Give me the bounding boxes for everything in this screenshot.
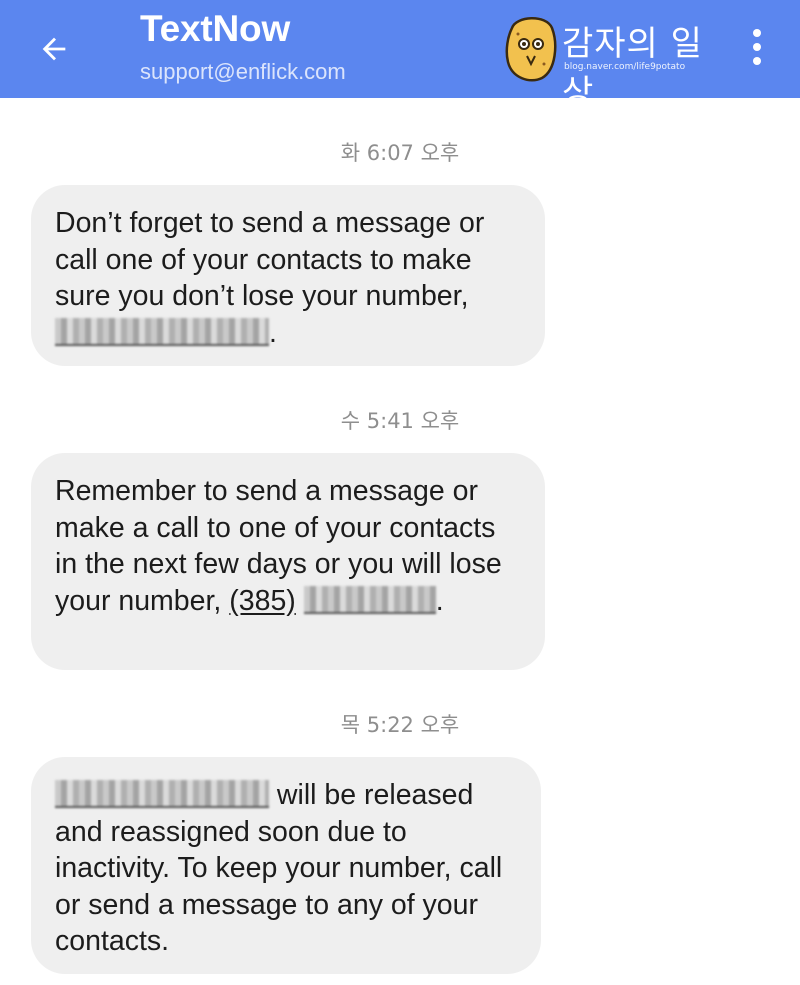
phone-number-link[interactable]: (385)	[229, 585, 296, 617]
message-timestamp: 수 5:41 오후	[340, 409, 460, 433]
watermark-url: blog.naver.com/life9potato	[564, 62, 686, 72]
message-text: Don’t forget to send a message or call o…	[55, 207, 485, 349]
more-vert-icon	[753, 29, 761, 37]
redacted-phone-number	[55, 317, 269, 346]
conversation-title: TextNow	[140, 8, 291, 49]
redacted-phone-number[interactable]	[55, 780, 269, 808]
redacted-phone-number[interactable]	[303, 585, 436, 614]
message-bubble[interactable]: will be released and reassigned soon due…	[31, 757, 541, 974]
overflow-menu-button[interactable]	[742, 22, 772, 72]
message-text: Remember to send a message or make a cal…	[55, 475, 502, 617]
message-bubble[interactable]: Remember to send a message or make a cal…	[31, 453, 545, 670]
conversation-subtitle: support@enflick.com	[140, 59, 346, 84]
message-bubble[interactable]: Don’t forget to send a message or call o…	[31, 185, 545, 366]
potato-mascot-icon	[505, 17, 557, 82]
app-bar: TextNow support@enflick.com 감자의 일상 blog.…	[0, 0, 800, 113]
message-timestamp: 목 5:22 오후	[340, 713, 460, 737]
message-timestamp: 화 6:07 오후	[340, 141, 460, 165]
message-text: will be released and reassigned soon due…	[55, 779, 503, 957]
blog-watermark: 감자의 일상 blog.naver.com/life9potato	[498, 10, 730, 113]
arrow-back-icon	[42, 37, 66, 61]
back-button[interactable]	[30, 25, 78, 73]
